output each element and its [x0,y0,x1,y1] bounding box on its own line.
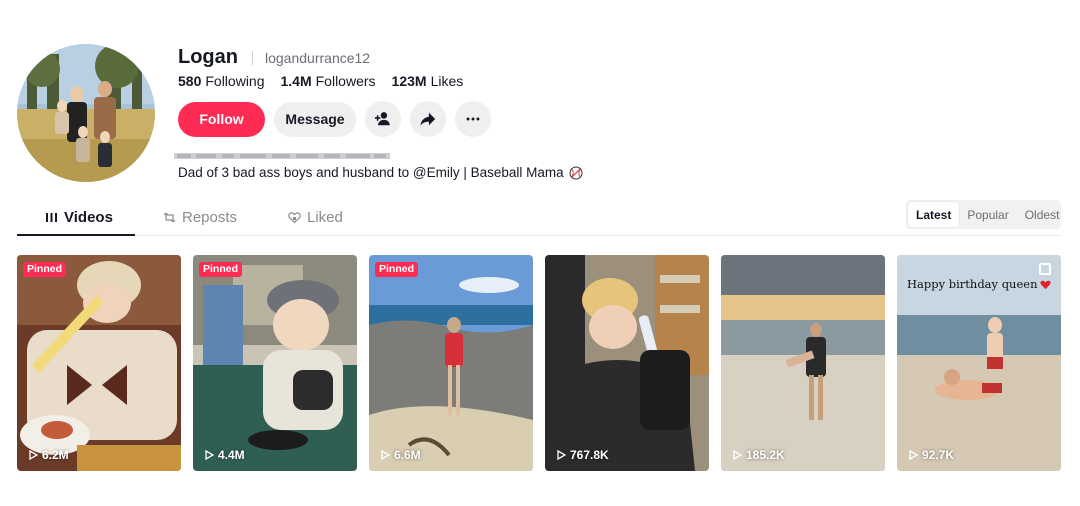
play-icon [733,450,742,460]
heart-emoji-icon [1040,280,1052,289]
stat-value: 123M [391,73,427,89]
redacted-text [174,153,390,159]
stat-label: Following [205,73,265,89]
stat-following[interactable]: 580 Following [178,73,265,89]
view-count: 4.4M [204,448,245,462]
view-count-text: 6.6M [394,448,421,462]
view-count: 185.2K [732,448,785,462]
caption-text: Happy birthday queen [907,277,1038,291]
video-card[interactable]: Pinned 6.6M [369,255,533,471]
profile-tabs: Videos Reposts Liked [17,200,1061,236]
profile-name-row: Logan logandurrance12 [178,46,370,69]
more-options-button[interactable] [455,101,491,137]
play-icon [557,450,566,460]
view-count-text: 6.2M [42,448,69,462]
stat-value: 1.4M [280,73,312,89]
view-count: 6.2M [28,448,69,462]
view-count: 767.8K [556,448,609,462]
video-card[interactable]: Pinned 4.4M [193,255,357,471]
video-card[interactable]: 185.2K [721,255,885,471]
repost-icon [163,212,176,223]
tab-reposts[interactable]: Reposts [163,200,237,235]
username: logandurrance12 [265,49,371,66]
profile-bio: Dad of 3 bad ass boys and husband to @Em… [178,165,583,180]
tab-liked[interactable]: Liked [288,200,343,235]
pinned-badge: Pinned [375,262,419,277]
sort-selector: Latest Popular Oldest [906,200,1061,229]
view-count-text: 4.4M [218,448,245,462]
name-divider [252,50,253,65]
sort-latest[interactable]: Latest [908,202,960,227]
tab-label: Reposts [182,209,238,226]
video-card[interactable]: Happy birthday queen 92.7K [897,255,1061,471]
play-icon [381,450,390,460]
heart-icon [288,212,301,224]
follow-button[interactable]: Follow [178,101,265,137]
grid-icon [46,213,57,222]
sort-popular[interactable]: Popular [959,202,1016,227]
video-thumbnail [545,255,709,471]
add-friend-icon [374,112,390,126]
message-button[interactable]: Message [274,101,356,137]
video-thumbnail [193,255,357,471]
tab-videos[interactable]: Videos [45,200,113,235]
video-thumbnail [721,255,885,471]
tab-label: Liked [307,209,343,226]
display-name: Logan [178,46,238,68]
video-thumbnail [17,255,181,471]
view-count-text: 92.7K [922,448,955,462]
add-friend-button[interactable] [365,101,401,137]
stat-value: 580 [178,73,202,89]
profile-stats: 580 Following 1.4M Followers 123M Likes [178,73,463,89]
avatar-photo [17,44,155,182]
multi-photo-icon [1039,263,1051,275]
play-icon [29,450,38,460]
play-icon [205,450,214,460]
play-icon [909,450,918,460]
profile-avatar[interactable] [17,44,155,182]
video-card[interactable]: 767.8K [545,255,709,471]
pinned-badge: Pinned [23,262,67,277]
more-icon [466,117,480,121]
profile-actions: Follow Message [178,101,491,137]
view-count-text: 767.8K [570,448,609,462]
stat-label: Likes [430,73,464,89]
bio-text: Dad of 3 bad ass boys and husband to @Em… [178,165,564,180]
baseball-icon [569,166,583,179]
view-count: 6.6M [380,448,421,462]
tab-label: Videos [64,209,113,226]
video-caption-overlay: Happy birthday queen [907,277,1052,291]
stat-followers[interactable]: 1.4M Followers [281,73,376,89]
video-grid: Pinned 6.2M Pinned 4.4M Pinned 6.6M 767.… [17,255,1061,471]
video-card[interactable]: Pinned 6.2M [17,255,181,471]
view-count-text: 185.2K [746,448,785,462]
stat-label: Followers [315,73,376,89]
share-button[interactable] [410,101,446,137]
view-count: 92.7K [908,448,954,462]
share-icon [420,112,436,126]
video-thumbnail [369,255,533,471]
active-tab-indicator [17,234,135,236]
sort-oldest[interactable]: Oldest [1017,202,1068,227]
pinned-badge: Pinned [199,262,243,277]
stat-likes: 123M Likes [392,73,464,89]
